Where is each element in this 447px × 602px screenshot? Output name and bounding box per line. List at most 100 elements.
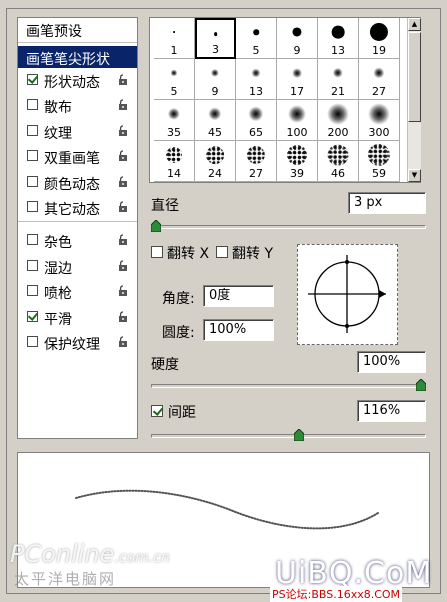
- sidebar-item-label: 湿边: [44, 261, 72, 277]
- angle-input[interactable]: 0度: [203, 285, 274, 307]
- lock-icon[interactable]: [117, 99, 129, 111]
- sidebar-item-3[interactable]: 纹理: [18, 120, 137, 142]
- brush-tip-13[interactable]: 45: [195, 100, 236, 141]
- brush-tip-size: 13: [249, 85, 263, 98]
- lock-icon[interactable]: [117, 125, 129, 137]
- brush-tip-2[interactable]: 5: [236, 18, 277, 59]
- sidebar-item-label: 散布: [44, 100, 72, 116]
- sidebar-item-checkbox[interactable]: [27, 150, 38, 161]
- hardness-slider-track[interactable]: [151, 384, 426, 388]
- sidebar-item-5[interactable]: 颜色动态: [18, 171, 137, 193]
- sidebar-item-label: 纹理: [44, 126, 72, 142]
- sidebar-item-4[interactable]: 双重画笔: [18, 145, 137, 167]
- lock-icon[interactable]: [117, 74, 129, 86]
- brush-tip-shape: [170, 69, 178, 77]
- sidebar-item-8[interactable]: 湿边: [18, 255, 137, 277]
- brush-tip-4[interactable]: 13: [318, 18, 359, 59]
- brush-tip-18[interactable]: 14: [154, 141, 195, 182]
- brush-tip-shape: [368, 103, 390, 125]
- sidebar-item-2[interactable]: 散布: [18, 94, 137, 116]
- diameter-slider-track[interactable]: [151, 225, 426, 229]
- spacing-label: 间距: [168, 405, 196, 421]
- spacing-slider-handle[interactable]: [294, 429, 305, 441]
- brush-tip-20[interactable]: 27: [236, 141, 277, 182]
- lock-icon[interactable]: [117, 150, 129, 162]
- scroll-down-icon[interactable]: ▼: [408, 169, 421, 182]
- lock-icon[interactable]: [117, 176, 129, 188]
- sidebar-item-checkbox[interactable]: [27, 285, 38, 296]
- sidebar-item-label: 杂色: [44, 235, 72, 251]
- brush-tip-15[interactable]: 100: [277, 100, 318, 141]
- brush-tip-14[interactable]: 65: [236, 100, 277, 141]
- sidebar-item-checkbox[interactable]: [27, 260, 38, 271]
- diameter-slider-handle[interactable]: [151, 220, 161, 232]
- angle-roundness-preview[interactable]: [297, 244, 398, 345]
- brush-tip-size: 59: [372, 167, 386, 180]
- lock-icon[interactable]: [117, 336, 129, 348]
- brush-tip-21[interactable]: 39: [277, 141, 318, 182]
- sidebar-item-0[interactable]: 画笔笔尖形状: [18, 46, 137, 68]
- sidebar-item-checkbox[interactable]: [27, 125, 38, 136]
- diameter-input[interactable]: 3 px: [348, 192, 426, 214]
- spacing-input[interactable]: 116%: [357, 400, 426, 422]
- scroll-up-icon[interactable]: ▲: [408, 18, 421, 31]
- brush-tip-size: 27: [372, 85, 386, 98]
- brush-tip-22[interactable]: 46: [318, 141, 359, 182]
- scrollbar-thumb[interactable]: [408, 32, 421, 122]
- brush-tip-6[interactable]: 5: [154, 59, 195, 100]
- brush-tip-7[interactable]: 9: [195, 59, 236, 100]
- sidebar-item-checkbox[interactable]: [27, 74, 38, 85]
- brush-presets-header[interactable]: 画笔预设: [18, 18, 137, 43]
- brush-tip-17[interactable]: 300: [359, 100, 400, 141]
- flip-y-checkbox[interactable]: [216, 246, 228, 258]
- brush-tip-12[interactable]: 35: [154, 100, 195, 141]
- brush-tip-11[interactable]: 27: [359, 59, 400, 100]
- sidebar-item-7[interactable]: 杂色: [18, 229, 137, 251]
- sidebar-item-10[interactable]: 平滑: [18, 306, 137, 328]
- brush-grid-scrollbar[interactable]: ▲ ▼: [407, 18, 421, 182]
- brush-tip-shape: [327, 103, 349, 125]
- sidebar-item-checkbox[interactable]: [27, 234, 38, 245]
- brush-tip-3[interactable]: 9: [277, 18, 318, 59]
- brush-tip-size: 5: [170, 85, 178, 98]
- brush-tip-size: 3: [212, 43, 219, 56]
- brush-tip-1[interactable]: 3: [195, 18, 236, 59]
- sidebar-item-6[interactable]: 其它动态: [18, 196, 137, 218]
- lock-icon[interactable]: [117, 285, 129, 297]
- spacing-slider-track[interactable]: [151, 434, 426, 438]
- sidebar-item-checkbox[interactable]: [27, 311, 38, 322]
- flip-x-checkbox[interactable]: [151, 246, 163, 258]
- angle-label: 角度:: [162, 291, 195, 307]
- pconline-watermark: PConline.com.cn: [10, 540, 170, 568]
- hardness-slider-handle[interactable]: [416, 379, 426, 391]
- sidebar-item-label: 平滑: [44, 312, 72, 328]
- sidebar-item-checkbox[interactable]: [27, 99, 38, 110]
- brush-tip-0[interactable]: 1: [154, 18, 195, 59]
- brush-tip-8[interactable]: 13: [236, 59, 277, 100]
- brush-tip-16[interactable]: 200: [318, 100, 359, 141]
- sidebar-item-checkbox[interactable]: [27, 201, 38, 212]
- sidebar-item-checkbox[interactable]: [27, 336, 38, 347]
- brush-tip-19[interactable]: 24: [195, 141, 236, 182]
- spacing-checkbox[interactable]: [151, 405, 163, 417]
- lock-icon[interactable]: [117, 311, 129, 323]
- brush-tip-5[interactable]: 19: [359, 18, 400, 59]
- hardness-input[interactable]: 100%: [357, 351, 426, 373]
- lock-icon[interactable]: [117, 260, 129, 272]
- brush-tip-9[interactable]: 17: [277, 59, 318, 100]
- lock-icon[interactable]: [117, 234, 129, 246]
- brush-tip-10[interactable]: 21: [318, 59, 359, 100]
- angle-crosshair-icon: [308, 255, 386, 333]
- sidebar-item-1[interactable]: 形状动态: [18, 69, 137, 91]
- sidebar-item-label: 双重画笔: [44, 151, 100, 167]
- sidebar-item-11[interactable]: 保护纹理: [18, 331, 137, 353]
- sidebar-item-checkbox[interactable]: [27, 176, 38, 187]
- brush-tip-size: 21: [331, 85, 345, 98]
- brush-presets-label: 画笔预设: [26, 24, 82, 40]
- brush-tip-23[interactable]: 59: [359, 141, 400, 182]
- sidebar-item-9[interactable]: 喷枪: [18, 280, 137, 302]
- brush-tip-shape: [373, 67, 385, 79]
- roundness-input[interactable]: 100%: [203, 319, 274, 341]
- lock-icon[interactable]: [117, 201, 129, 213]
- brush-tip-shape: [166, 147, 182, 163]
